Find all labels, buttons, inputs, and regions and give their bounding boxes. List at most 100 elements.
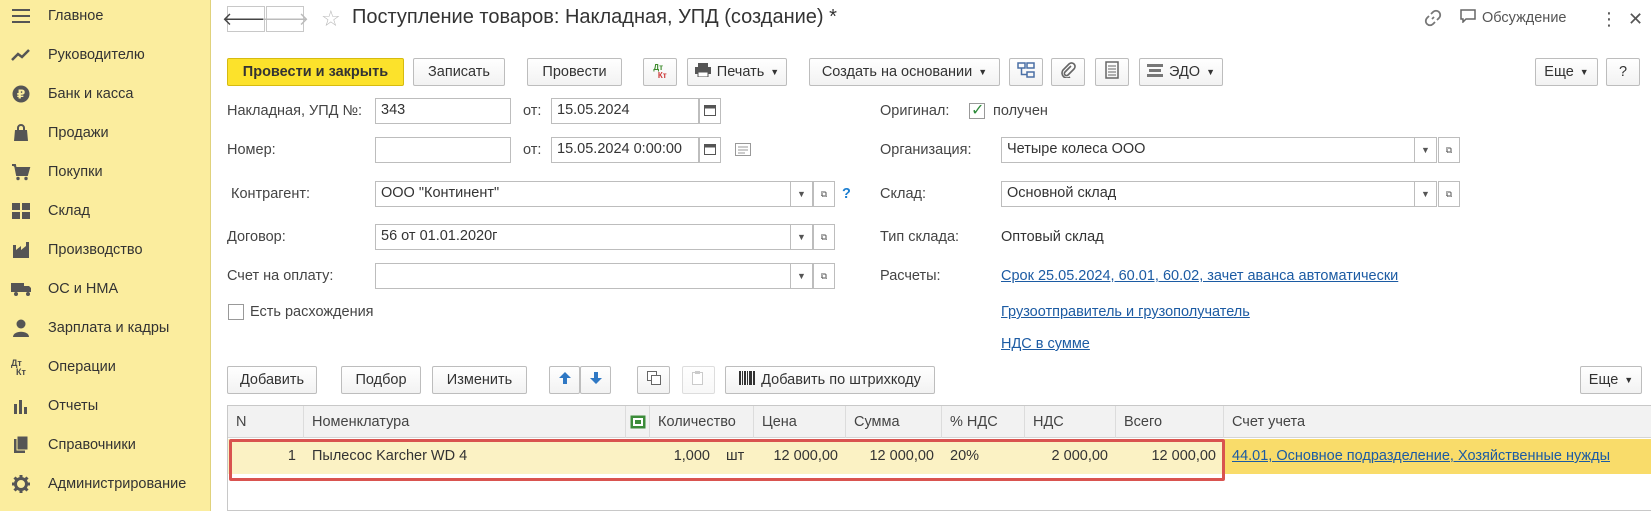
goods-table: N Номенклатура Количество Цена Сумма % Н… <box>227 405 1651 511</box>
sidebar-item-manager[interactable]: Руководителю <box>0 35 211 75</box>
hierarchy-icon <box>1017 62 1035 82</box>
col-nomenclature[interactable]: Номенклатура <box>304 406 626 438</box>
sidebar-item-payroll[interactable]: Зарплата и кадры <box>0 308 211 348</box>
forward-button[interactable]: 🡒 <box>261 6 309 32</box>
post-and-close-button[interactable]: Провести и закрыть <box>227 58 404 86</box>
vat-in-sum-link[interactable]: НДС в сумме <box>1001 336 1090 352</box>
cell-account-link[interactable]: 44.01, Основное подразделение, Хозяйстве… <box>1224 439 1651 474</box>
cell-quantity[interactable]: 1,000 <box>650 439 718 474</box>
print-button[interactable]: Печать ▼ <box>687 58 787 86</box>
cell-unit[interactable]: шт <box>718 439 754 474</box>
comment-icon[interactable] <box>735 143 751 159</box>
edit-button[interactable]: Изменить <box>432 366 527 394</box>
cell-vat[interactable]: 2 000,00 <box>1025 439 1116 474</box>
contract-dropdown[interactable]: ▼ <box>791 224 813 250</box>
table-more-button[interactable]: Еще ▼ <box>1580 366 1642 394</box>
sidebar-item-admin[interactable]: Администрирование <box>0 464 211 504</box>
attach-button[interactable] <box>1051 58 1085 86</box>
contractor-label: Контрагент: <box>231 186 310 202</box>
close-icon[interactable]: ✕ <box>1628 9 1643 30</box>
col-sum[interactable]: Сумма <box>846 406 942 438</box>
sidebar-item-warehouse[interactable]: Склад <box>0 191 211 231</box>
save-button[interactable]: Записать <box>413 58 505 86</box>
calendar-button[interactable] <box>699 98 721 124</box>
move-down-button[interactable] <box>580 366 611 394</box>
ruble-icon: ₽ <box>11 84 31 104</box>
link-icon[interactable] <box>1424 9 1442 27</box>
help-icon[interactable]: ? <box>842 186 851 202</box>
contractor-open-button[interactable]: ⧉ <box>813 181 835 207</box>
paste-icon <box>691 371 706 389</box>
col-quantity[interactable]: Количество <box>650 406 754 438</box>
structure-button[interactable] <box>1009 58 1043 86</box>
more-vertical-icon[interactable]: ⋮ <box>1600 9 1618 30</box>
col-vat-rate[interactable]: % НДС <box>942 406 1025 438</box>
sidebar-item-main[interactable]: Главное <box>0 0 211 36</box>
invoice-number-label: Накладная, УПД №: <box>227 103 363 119</box>
settlements-link[interactable]: Срок 25.05.2024, 60.01, 60.02, зачет ава… <box>1001 268 1398 284</box>
cell-vat-rate[interactable]: 20% <box>942 439 1025 474</box>
sidebar-item-production[interactable]: Производство <box>0 230 211 270</box>
more-button[interactable]: Еще ▼ <box>1535 58 1598 86</box>
sidebar-item-references[interactable]: Справочники <box>0 425 211 465</box>
warehouse-input[interactable]: Основной склад <box>1001 181 1415 207</box>
invoice-number-input[interactable]: 343 <box>375 98 511 124</box>
table-row[interactable]: 1 Пылесос Karcher WD 4 1,000 шт 12 000,0… <box>228 439 1651 474</box>
original-checkbox[interactable]: ✓ <box>969 102 985 119</box>
payment-invoice-dropdown[interactable]: ▼ <box>791 263 813 289</box>
back-button[interactable]: 🡐 <box>222 6 270 32</box>
organization-input[interactable]: Четыре колеса ООО <box>1001 137 1415 163</box>
report-button[interactable] <box>1095 58 1129 86</box>
pick-button[interactable]: Подбор <box>341 366 421 394</box>
sidebar-item-bank[interactable]: ₽ Банк и касса <box>0 74 211 114</box>
contractor-input[interactable]: ООО "Континент" <box>375 181 791 207</box>
sidebar-item-purchases[interactable]: Покупки <box>0 152 211 192</box>
contract-open-button[interactable]: ⧉ <box>813 224 835 250</box>
cell-sum[interactable]: 12 000,00 <box>846 439 942 474</box>
edo-button[interactable]: ЭДО ▼ <box>1139 58 1223 86</box>
organization-open-button[interactable]: ⧉ <box>1438 137 1460 163</box>
paste-button[interactable] <box>682 366 715 394</box>
col-n[interactable]: N <box>228 406 304 438</box>
col-characteristic[interactable] <box>626 406 650 438</box>
contractor-dropdown[interactable]: ▼ <box>791 181 813 207</box>
favorite-star-icon[interactable]: ☆ <box>321 6 341 32</box>
post-button[interactable]: Провести <box>527 58 622 86</box>
cell-nomenclature[interactable]: Пылесос Karcher WD 4 <box>304 439 574 474</box>
arrow-right-icon: 🡒 <box>260 8 310 29</box>
warehouse-open-button[interactable]: ⧉ <box>1438 181 1460 207</box>
payment-invoice-open-button[interactable]: ⧉ <box>813 263 835 289</box>
shipper-consignee-link[interactable]: Грузоотправитель и грузополучатель <box>1001 304 1250 320</box>
create-based-on-button[interactable]: Создать на основании ▼ <box>809 58 1000 86</box>
discrepancy-checkbox[interactable] <box>228 304 244 320</box>
payment-invoice-input[interactable] <box>375 263 791 289</box>
col-total[interactable]: Всего <box>1116 406 1224 438</box>
invoice-date-input[interactable]: 15.05.2024 <box>551 98 699 124</box>
col-vat[interactable]: НДС <box>1025 406 1116 438</box>
dt-kt-button[interactable]: Дт Кт <box>643 58 677 86</box>
number-date-input[interactable]: 15.05.2024 0:00:00 <box>551 137 699 163</box>
copy-row-button[interactable] <box>637 366 670 394</box>
sidebar-item-operations[interactable]: Дт Кт Операции <box>0 347 211 387</box>
number-input[interactable] <box>375 137 511 163</box>
dt-kt-icon: Дт Кт <box>653 63 667 80</box>
cell-total[interactable]: 12 000,00 <box>1116 439 1224 474</box>
table-header: N Номенклатура Количество Цена Сумма % Н… <box>228 406 1651 438</box>
help-button[interactable]: ? <box>1606 58 1640 86</box>
add-row-button[interactable]: Добавить <box>227 366 317 394</box>
add-by-barcode-button[interactable]: Добавить по штрихкоду <box>725 366 935 394</box>
sidebar-item-assets[interactable]: ОС и НМА <box>0 269 211 309</box>
organization-dropdown[interactable]: ▼ <box>1415 137 1437 163</box>
contract-input[interactable]: 56 от 01.01.2020г <box>375 224 791 250</box>
sidebar-item-reports[interactable]: Отчеты <box>0 386 211 426</box>
col-price[interactable]: Цена <box>754 406 846 438</box>
discussion-button[interactable]: Обсуждение <box>1460 9 1566 27</box>
cell-price[interactable]: 12 000,00 <box>754 439 846 474</box>
calendar-button[interactable] <box>699 137 721 163</box>
sidebar-item-sales[interactable]: Продажи <box>0 113 211 153</box>
chevron-down-icon: ▼ <box>1624 375 1634 385</box>
col-account[interactable]: Счет учета <box>1224 406 1651 438</box>
move-up-button[interactable] <box>549 366 580 394</box>
barcode-column-icon <box>630 414 646 430</box>
warehouse-dropdown[interactable]: ▼ <box>1415 181 1437 207</box>
